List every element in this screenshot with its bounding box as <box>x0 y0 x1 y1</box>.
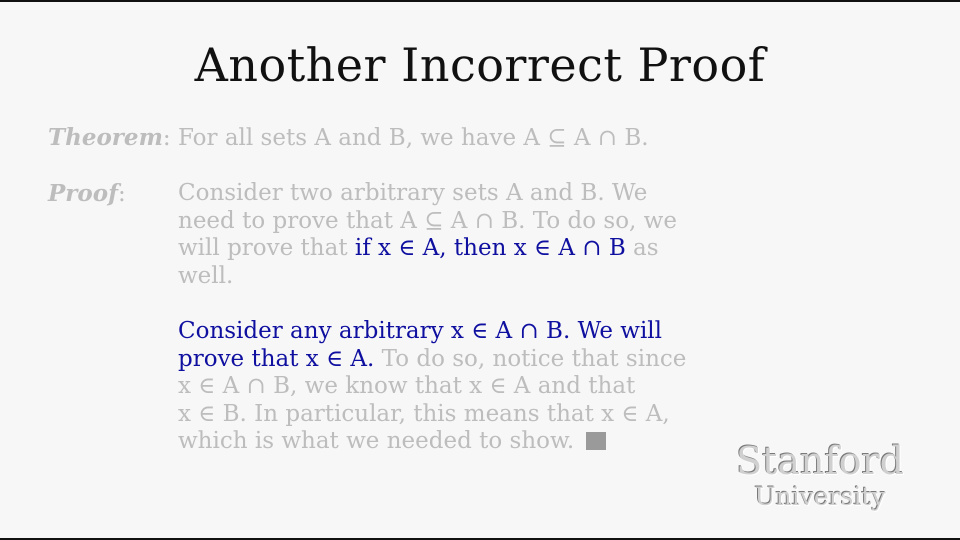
proof-paragraph-1: Consider two arbitrary sets A and B. We … <box>178 180 898 290</box>
proof-p2-line-2-post: To do so, notice that since <box>374 345 687 372</box>
proof-p1-line-3-post: as <box>625 235 659 261</box>
stanford-logo: Stanford University <box>736 440 904 512</box>
proof-p1-line-2: need to prove that A ⊆ A ∩ B. To do so, … <box>178 207 677 234</box>
proof-p2-line-5-text: which is what we needed to show. <box>178 428 582 454</box>
proof-colon: : <box>118 181 126 207</box>
proof-p2-line-1: Consider any arbitrary x ∈ A ∩ B. We wil… <box>178 318 663 344</box>
logo-name: Stanford <box>736 439 904 483</box>
proof-paragraph-2: Consider any arbitrary x ∈ A ∩ B. We wil… <box>178 318 898 456</box>
proof-p1-line-3-pre: will prove that <box>178 235 355 261</box>
slide-title: Another Incorrect Proof <box>194 38 766 92</box>
proof-p1-highlight: if x ∈ A, then x ∈ A ∩ B <box>354 235 626 261</box>
theorem-label: Theorem <box>48 124 163 151</box>
theorem-statement: Theorem: For all sets A and B, we have A… <box>48 124 649 153</box>
proof-p1-line-4: well. <box>178 262 234 289</box>
proof-label: Proof <box>48 180 118 207</box>
qed-square-icon <box>585 432 606 450</box>
proof-p2-highlight: prove that x ∈ A. <box>178 345 375 372</box>
theorem-colon: : <box>162 125 171 151</box>
top-border <box>0 0 960 2</box>
logo-subtitle: University <box>754 482 886 511</box>
proof-label-block: Proof: <box>48 180 126 209</box>
proof-p1-line-1: Consider two arbitrary sets A and B. We <box>178 180 648 206</box>
proof-p2-line-4: x ∈ B. In particular, this means that x … <box>178 400 670 427</box>
theorem-text: For all sets A and B, we have A ⊆ A ∩ B. <box>170 125 649 151</box>
proof-p1-line-3: will prove that if x ∈ A, then x ∈ A ∩ B… <box>178 235 898 263</box>
proof-p2-line-2: prove that x ∈ A. To do so, notice that … <box>178 346 898 374</box>
proof-p2-line-3: x ∈ A ∩ B, we know that x ∈ A and that <box>178 373 636 399</box>
slide: Another Incorrect Proof Theorem: For all… <box>0 0 960 540</box>
